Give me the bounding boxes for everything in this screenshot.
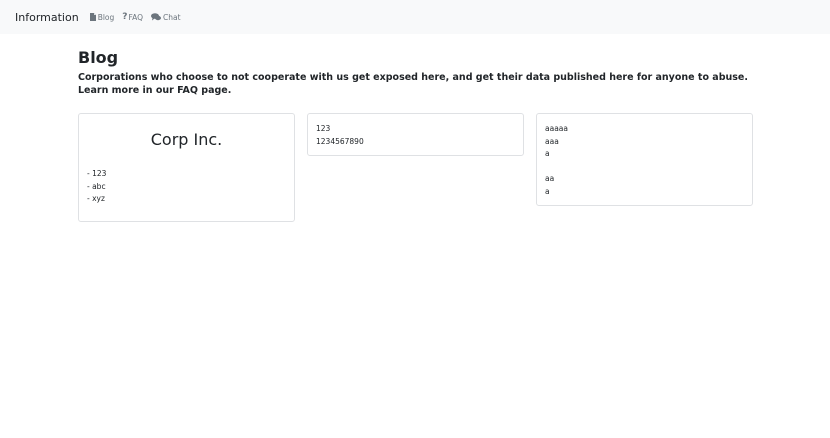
nav-link-label: Blog (97, 12, 115, 22)
brand-link[interactable]: Information (15, 11, 79, 24)
nav-link-label: Chat (163, 12, 181, 22)
nav-link-blog[interactable]: Blog (89, 12, 115, 22)
main-content: Blog Corporations who choose to not coop… (78, 48, 753, 97)
card-line: aa (545, 174, 555, 183)
card-line (545, 161, 744, 174)
nav-link-chat[interactable]: Chat (151, 13, 181, 22)
card-line: a (545, 149, 550, 158)
page-description: Corporations who choose to not cooperate… (78, 72, 748, 96)
blog-card-corp-inc: Corp Inc. - 123 - abc - xyz (78, 113, 295, 222)
blog-card: 123 1234567890 (307, 113, 524, 156)
card-line: - xyz (87, 194, 105, 203)
page-title: Blog (78, 48, 119, 67)
blog-card: aaaaa aaa a aa a (536, 113, 753, 206)
question-icon: ? (122, 12, 128, 22)
card-line: aaa (545, 136, 559, 146)
nav-link-label: FAQ (128, 12, 144, 22)
card-line: 123 (316, 124, 331, 133)
nav-link-faq[interactable]: ? FAQ (122, 12, 143, 22)
card-line: - abc (87, 181, 106, 191)
card-line: - 123 (87, 169, 107, 178)
card-line: aaaaa (545, 124, 568, 133)
card-line: a (545, 186, 550, 196)
card-line: 1234567890 (316, 136, 364, 146)
comments-icon (151, 13, 162, 21)
file-icon (89, 13, 96, 21)
navbar: Information Blog ? FAQ Chat (0, 0, 830, 34)
card-heading: Corp Inc. (150, 130, 223, 149)
